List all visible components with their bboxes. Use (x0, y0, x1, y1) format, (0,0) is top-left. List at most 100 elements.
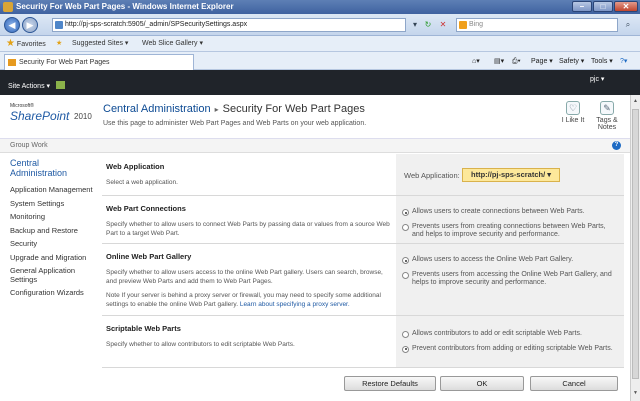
gallery-prevent-option[interactable]: Prevents users from accessing the Online… (402, 271, 618, 288)
option-label: Prevents users from creating connections… (412, 222, 606, 239)
ql-item-configuration-wizards[interactable]: Configuration Wizards (10, 286, 98, 300)
option-label: Allows users to access the Online Web Pa… (412, 256, 574, 263)
sharepoint-logo: Microsoft® SharePoint 2010 (10, 103, 96, 131)
tab-bar: Security For Web Part Pages ⌂▾ ▤▾ ⎙▾ Pag… (0, 52, 640, 70)
browser-tab[interactable]: Security For Web Part Pages (4, 54, 194, 70)
option-label: Allows contributors to add or edit scrip… (412, 330, 582, 337)
scroll-thumb[interactable] (632, 109, 639, 379)
address-toolbar: ◀ ▶ http://pj-sps-scratch:5905/_admin/SP… (0, 14, 640, 36)
search-placeholder: Bing (469, 21, 484, 28)
favorites-button[interactable]: ★ Favorites (6, 36, 46, 53)
scroll-down-icon[interactable]: ▼ (632, 389, 639, 398)
back-icon[interactable]: ◀ (4, 17, 20, 33)
group-work-bar: Group Work ? (0, 139, 630, 153)
section-title: Scriptable Web Parts (106, 324, 181, 333)
connections-allow-option[interactable]: Allows users to create connections betwe… (402, 208, 618, 217)
close-button[interactable]: ✕ (614, 1, 638, 12)
web-slice-gallery-link[interactable]: Web Slice Gallery ▾ (142, 36, 203, 52)
ql-item-backup-restore[interactable]: Backup and Restore (10, 224, 98, 238)
section-online-web-part-gallery: Online Web Part Gallery Specify whether … (102, 244, 624, 316)
ql-item-system-settings[interactable]: System Settings (10, 197, 98, 211)
ql-central-administration[interactable]: Central Administration (10, 158, 98, 178)
maximize-button[interactable]: □ (593, 1, 613, 12)
window-titlebar: Security For Web Part Pages - Windows In… (0, 0, 640, 14)
help-menu-icon[interactable]: ?▾ (620, 54, 627, 70)
tab-title: Security For Web Part Pages (19, 59, 110, 66)
suggested-sites-link[interactable]: Suggested Sites ▾ (72, 36, 128, 52)
breadcrumb: Central Administration ▸ Security For Web … (103, 103, 365, 115)
option-label: Allows users to create connections betwe… (412, 208, 585, 215)
navigate-up-icon[interactable] (56, 81, 65, 89)
logo-sharepoint: SharePoint (10, 109, 70, 123)
radio[interactable] (402, 331, 409, 338)
bing-icon (459, 21, 467, 29)
i-like-it-button[interactable]: ♡ I Like It (556, 101, 590, 124)
ql-item-upgrade-migration[interactable]: Upgrade and Migration (10, 251, 98, 265)
radio[interactable] (402, 271, 409, 279)
i-like-it-label: I Like It (561, 117, 585, 124)
dropdown-icon[interactable]: ▾ (408, 18, 422, 32)
user-menu[interactable]: pjc ▾ (590, 75, 604, 83)
tags-notes-button[interactable]: ✎ Tags & Notes (590, 101, 624, 131)
stop-icon[interactable]: ✕ (436, 18, 450, 32)
address-input[interactable]: http://pj-sps-scratch:5905/_admin/SPSecu… (52, 18, 406, 32)
breadcrumb-root-link[interactable]: Central Administration (103, 103, 211, 115)
tools-menu[interactable]: Tools ▾ (591, 54, 613, 70)
print-icon[interactable]: ⎙▾ (512, 54, 521, 70)
radio-selected[interactable] (402, 209, 409, 216)
sharepoint-ribbon: Site Actions ▾ pjc ▾ (0, 70, 640, 95)
ql-item-application-management[interactable]: Application Management (10, 183, 98, 197)
window-title: Security For Web Part Pages - Windows In… (16, 2, 234, 11)
connections-prevent-option[interactable]: Prevents users from creating connections… (402, 223, 618, 240)
safety-menu[interactable]: Safety ▾ (559, 54, 584, 70)
thumbs-up-icon: ♡ (566, 101, 580, 115)
scroll-up-icon[interactable]: ▲ (632, 97, 639, 106)
favorites-bar: ★ Favorites ★ Suggested Sites ▾ Web Slic… (0, 36, 640, 52)
quick-launch: Central Administration Application Manag… (0, 153, 98, 401)
group-work-tab[interactable]: Group Work (10, 142, 48, 149)
home-icon[interactable]: ⌂▾ (472, 54, 480, 70)
section-title: Web Application (106, 162, 165, 171)
radio-selected[interactable] (402, 345, 409, 353)
add-favorites-icon[interactable]: ★ (56, 36, 62, 52)
section-description: Select a web application. (106, 179, 178, 186)
option-label: Prevent contributors from adding or edit… (412, 344, 613, 352)
feeds-icon[interactable]: ▤▾ (494, 54, 504, 70)
url-text: http://pj-sps-scratch:5905/_admin/SPSecu… (65, 21, 248, 28)
forward-icon[interactable]: ▶ (22, 17, 38, 33)
site-actions-menu[interactable]: Site Actions ▾ (8, 82, 50, 90)
ok-button[interactable]: OK (440, 376, 524, 391)
minimize-button[interactable]: – (572, 1, 592, 12)
page-header: Microsoft® SharePoint 2010 Central Admin… (0, 95, 630, 139)
gallery-allow-option[interactable]: Allows users to access the Online Web Pa… (402, 256, 618, 265)
proxy-note: Note If your server is behind a proxy se… (106, 292, 392, 309)
page-icon (8, 59, 16, 66)
web-application-label: Web Application: (404, 171, 460, 180)
ql-item-monitoring[interactable]: Monitoring (10, 210, 98, 224)
cancel-button[interactable]: Cancel (530, 376, 618, 391)
scriptable-allow-option[interactable]: Allows contributors to add or edit scrip… (402, 330, 618, 339)
help-icon[interactable]: ? (612, 141, 621, 150)
section-scriptable-web-parts: Scriptable Web Parts Specify whether to … (102, 316, 624, 368)
web-application-selector[interactable]: http://pj-sps-scratch/ ▾ (462, 168, 561, 182)
search-icon[interactable]: ⌕ (621, 18, 635, 32)
breadcrumb-separator: ▸ (214, 105, 219, 114)
tag-icon: ✎ (600, 101, 614, 115)
ql-item-general-application-settings[interactable]: General Application Settings (10, 264, 98, 286)
scriptable-prevent-option[interactable]: Prevent contributors from adding or edit… (402, 345, 618, 354)
settings-form: Web Application Select a web application… (102, 154, 630, 368)
vertical-scrollbar[interactable]: ▲ ▼ (630, 95, 640, 401)
refresh-icon[interactable]: ↻ (421, 18, 435, 32)
radio-selected[interactable] (402, 257, 409, 264)
page-title: Security For Web Part Pages (222, 103, 365, 115)
radio[interactable] (402, 223, 409, 231)
ql-item-security[interactable]: Security (10, 237, 98, 251)
section-description: Specify whether to allow users to connec… (106, 221, 390, 237)
logo-year: 2010 (74, 112, 92, 121)
search-input[interactable]: Bing (456, 18, 618, 32)
favorites-label: Favorites (16, 41, 46, 48)
proxy-server-link[interactable]: Learn about specifying a proxy server. (240, 301, 350, 308)
section-description: Specify whether to allow contributors to… (106, 341, 295, 348)
page-menu[interactable]: Page ▾ (531, 54, 553, 70)
restore-defaults-button[interactable]: Restore Defaults (344, 376, 436, 391)
